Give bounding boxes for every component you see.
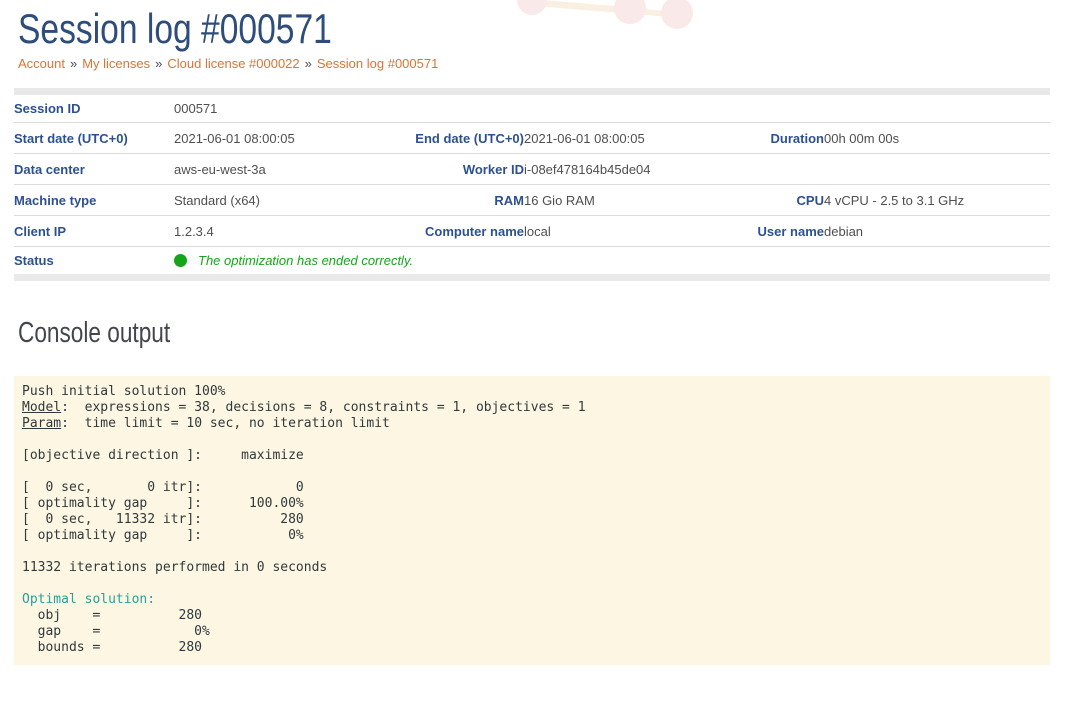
table-row-machine: Machine type Standard (x64) RAM 16 Gio R…: [14, 185, 1050, 216]
status-label: Status: [14, 247, 174, 278]
console-param-keyword: Param: [22, 416, 61, 431]
status-cell: The optimization has ended correctly.: [174, 247, 1050, 278]
console-output-box: Push initial solution 100% Model: expres…: [14, 376, 1050, 665]
table-row-client: Client IP 1.2.3.4 Computer name local Us…: [14, 216, 1050, 247]
user-name-label: User name: [700, 216, 824, 247]
user-name-value: debian: [824, 216, 1050, 247]
console-progress-block: [objective direction ]: maximize [ 0 sec…: [22, 448, 327, 575]
table-row-dates: Start date (UTC+0) 2021-06-01 08:00:05 E…: [14, 123, 1050, 154]
session-id-value: 000571: [174, 92, 1050, 123]
breadcrumb: Account » My licenses » Cloud license #00002…: [18, 56, 1050, 71]
breadcrumb-link-account[interactable]: Account: [18, 56, 65, 71]
ram-label: RAM: [374, 185, 524, 216]
duration-label: Duration: [700, 123, 824, 154]
console-optimal-solution-label: Optimal solution:: [22, 592, 155, 607]
console-model-keyword: Model: [22, 400, 61, 415]
breadcrumb-separator: »: [155, 56, 162, 71]
breadcrumb-link-my-licenses[interactable]: My licenses: [82, 56, 150, 71]
console-push-line: Push initial solution 100%: [22, 384, 226, 399]
end-date-label: End date (UTC+0): [374, 123, 524, 154]
session-id-label: Session ID: [14, 92, 174, 123]
duration-value: 00h 00m 00s: [824, 123, 1050, 154]
start-date-label: Start date (UTC+0): [14, 123, 174, 154]
cpu-value: 4 vCPU - 2.5 to 3.1 GHz: [824, 185, 1050, 216]
status-message: The optimization has ended correctly.: [198, 253, 413, 268]
cpu-label: CPU: [700, 185, 824, 216]
computer-name-value: local: [524, 216, 700, 247]
breadcrumb-separator: »: [70, 56, 77, 71]
console-param-line: : time limit = 10 sec, no iteration limi…: [61, 416, 390, 431]
console-solution-block: obj = 280 gap = 0% bounds = 280: [22, 608, 210, 655]
ram-value: 16 Gio RAM: [524, 185, 700, 216]
table-row-status: Status The optimization has ended correc…: [14, 247, 1050, 278]
start-date-value: 2021-06-01 08:00:05: [174, 123, 374, 154]
breadcrumb-link-session-log[interactable]: Session log #000571: [317, 56, 438, 71]
data-center-value: aws-eu-west-3a: [174, 154, 374, 185]
table-row-datacenter: Data center aws-eu-west-3a Worker ID i-0…: [14, 154, 1050, 185]
worker-id-label: Worker ID: [374, 154, 524, 185]
page-title: Session log #000571: [18, 6, 844, 52]
session-details-table: Session ID 000571 Start date (UTC+0) 202…: [14, 88, 1050, 281]
breadcrumb-separator: »: [305, 56, 312, 71]
page: Session log #000571 Account » My licenses »…: [0, 6, 1065, 665]
data-center-label: Data center: [14, 154, 174, 185]
client-ip-label: Client IP: [14, 216, 174, 247]
worker-id-value: i-08ef478164b45de04: [524, 154, 1050, 185]
machine-type-value: Standard (x64): [174, 185, 374, 216]
console-output-heading: Console output: [18, 317, 823, 349]
table-row-session-id: Session ID 000571: [14, 92, 1050, 123]
client-ip-value: 1.2.3.4: [174, 216, 374, 247]
computer-name-label: Computer name: [374, 216, 524, 247]
status-ok-dot-icon: [174, 254, 187, 267]
console-model-line: : expressions = 38, decisions = 8, const…: [61, 400, 585, 415]
breadcrumb-link-cloud-license[interactable]: Cloud license #000022: [167, 56, 299, 71]
end-date-value: 2021-06-01 08:00:05: [524, 123, 700, 154]
machine-type-label: Machine type: [14, 185, 174, 216]
